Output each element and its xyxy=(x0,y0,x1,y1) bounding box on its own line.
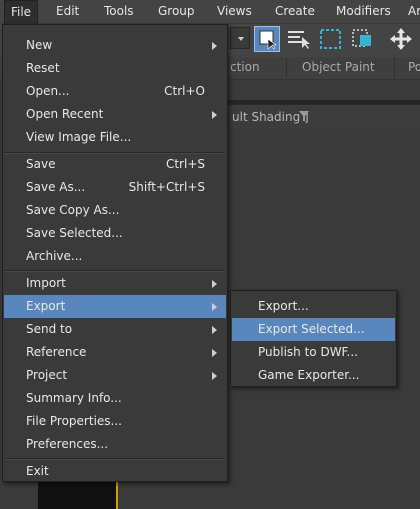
menu-item-save-copy-as[interactable]: Save Copy As... xyxy=(4,199,226,222)
menu-file-label: File xyxy=(10,5,32,19)
filter-icon[interactable] xyxy=(298,110,310,125)
menu-item-view-image-file[interactable]: View Image File... xyxy=(4,126,226,149)
menu-item-label: Exit xyxy=(26,464,49,478)
submenu-arrow-icon xyxy=(212,280,217,288)
menu-item-export[interactable]: Export xyxy=(4,295,226,318)
menu-item-label: Project xyxy=(26,368,68,382)
ribbon-label-selection: ction xyxy=(230,60,260,74)
submenu-arrow-icon xyxy=(212,111,217,119)
menu-item-label: Save Copy As... xyxy=(26,203,120,217)
menu-modifiers[interactable]: Modifiers xyxy=(336,0,391,23)
menu-item-summary-info[interactable]: Summary Info... xyxy=(4,387,226,410)
menu-animation[interactable]: Ar xyxy=(408,0,420,23)
ribbon-divider xyxy=(394,58,395,78)
menu-item-label: View Image File... xyxy=(26,130,132,144)
menu-item-open-recent[interactable]: Open Recent xyxy=(4,103,226,126)
menu-bar: File Edit Tools Group Views Create Modif… xyxy=(0,0,420,25)
menu-item-open[interactable]: Open... Ctrl+O xyxy=(4,80,226,103)
menu-item-shortcut: Ctrl+S xyxy=(165,157,205,171)
file-menu: New Reset Open... Ctrl+O Open Recent View… xyxy=(2,24,228,482)
menu-item-label: Open... xyxy=(26,84,70,98)
menu-item-label: Summary Info... xyxy=(26,391,122,405)
menu-item-label: Archive... xyxy=(26,249,83,263)
menu-tools[interactable]: Tools xyxy=(104,0,134,23)
select-object-icon[interactable] xyxy=(254,26,280,52)
menu-item-archive[interactable]: Archive... xyxy=(4,245,226,268)
submenu-arrow-icon xyxy=(212,326,217,334)
menu-views[interactable]: Views xyxy=(217,0,252,23)
submenu-item-game-exporter[interactable]: Game Exporter... xyxy=(232,364,395,387)
submenu-item-label: Publish to DWF... xyxy=(258,345,358,359)
menu-item-label: Export xyxy=(26,299,66,313)
menu-item-reference[interactable]: Reference xyxy=(4,341,226,364)
ribbon-label-object-paint[interactable]: Object Paint xyxy=(302,60,375,74)
menu-item-save-selected[interactable]: Save Selected... xyxy=(4,222,226,245)
menu-item-send-to[interactable]: Send to xyxy=(4,318,226,341)
menu-item-save[interactable]: Save Ctrl+S xyxy=(4,153,226,176)
submenu-arrow-icon xyxy=(212,349,217,357)
submenu-item-label: Export... xyxy=(258,299,309,313)
menu-item-save-as[interactable]: Save As... Shift+Ctrl+S xyxy=(4,176,226,199)
menu-item-new[interactable]: New xyxy=(4,34,226,57)
menu-item-import[interactable]: Import xyxy=(4,272,226,295)
menu-item-label: Save xyxy=(26,157,56,171)
submenu-arrow-icon xyxy=(212,372,217,380)
menu-item-file-properties[interactable]: File Properties... xyxy=(4,410,226,433)
menu-item-shortcut: Ctrl+O xyxy=(164,84,205,98)
menu-item-label: File Properties... xyxy=(26,414,122,428)
export-submenu: Export... Export Selected... Publish to … xyxy=(230,290,397,387)
menu-item-reset[interactable]: Reset xyxy=(4,57,226,80)
dropdown-arrow-icon[interactable] xyxy=(230,27,250,49)
submenu-item-export-selected[interactable]: Export Selected... xyxy=(232,318,395,341)
submenu-arrow-icon xyxy=(212,42,217,50)
menu-item-project[interactable]: Project xyxy=(4,364,226,387)
submenu-arrow-icon xyxy=(212,303,217,311)
rectangular-selection-icon[interactable] xyxy=(318,26,344,52)
submenu-item-label: Export Selected... xyxy=(258,322,365,336)
menu-create[interactable]: Create xyxy=(275,0,315,23)
menu-item-label: New xyxy=(26,38,53,52)
menu-item-shortcut: Shift+Ctrl+S xyxy=(128,180,205,194)
menu-item-preferences[interactable]: Preferences... xyxy=(4,433,226,456)
move-icon[interactable] xyxy=(388,26,414,52)
window-crossing-icon[interactable] xyxy=(350,26,376,52)
ribbon-label-populate[interactable]: Po xyxy=(408,60,420,74)
select-by-name-icon[interactable] xyxy=(285,26,311,52)
menu-item-label: Reset xyxy=(26,61,60,75)
submenu-item-label: Game Exporter... xyxy=(258,368,360,382)
menu-item-label: Send to xyxy=(26,322,73,336)
menu-group[interactable]: Group xyxy=(158,0,195,23)
ribbon-divider xyxy=(286,58,287,78)
menu-item-label: Save Selected... xyxy=(26,226,123,240)
menu-item-label: Open Recent xyxy=(26,107,104,121)
menu-item-label: Reference xyxy=(26,345,87,359)
submenu-item-publish-to-dwf[interactable]: Publish to DWF... xyxy=(232,341,395,364)
menu-item-exit[interactable]: Exit xyxy=(4,460,226,483)
menu-item-label: Import xyxy=(26,276,66,290)
submenu-item-export[interactable]: Export... xyxy=(232,295,395,318)
menu-item-label: Save As... xyxy=(26,180,86,194)
menu-edit[interactable]: Edit xyxy=(56,0,79,23)
menu-item-label: Preferences... xyxy=(26,437,109,451)
menu-file[interactable]: File xyxy=(4,0,38,25)
